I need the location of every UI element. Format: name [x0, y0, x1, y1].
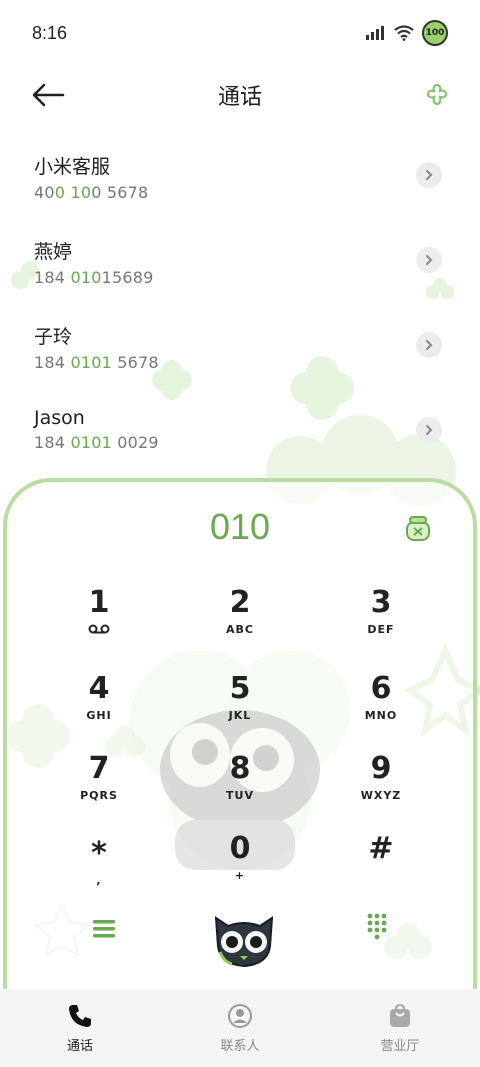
bag-icon [390, 1003, 410, 1027]
tab-contacts[interactable]: 联系人 [160, 989, 320, 1067]
key-star[interactable]: * , [39, 838, 159, 908]
number-part: 184 [34, 353, 71, 372]
back-arrow-icon[interactable] [30, 80, 66, 110]
status-bar: 8:16 100 [0, 0, 480, 66]
key-letters: TUV [226, 789, 254, 802]
number-part: 184 [34, 433, 71, 452]
tab-label: 联系人 [220, 1039, 260, 1054]
key-9[interactable]: 9 WXYZ [321, 753, 441, 823]
key-digit: 0 [229, 831, 251, 866]
key-1[interactable]: 1 [39, 587, 159, 657]
key-digit: 2 [229, 585, 251, 620]
key-digit: 9 [370, 751, 392, 786]
bottom-tab-bar: 通话 联系人 营业厅 [0, 989, 480, 1067]
key-digit: 4 [88, 671, 110, 706]
number-part-highlight: 10 [70, 183, 92, 202]
delete-icon[interactable] [403, 514, 433, 544]
key-letters: WXYZ [360, 789, 402, 802]
key-digit: # [368, 831, 394, 866]
chevron-right-icon[interactable] [416, 247, 442, 273]
key-letters: DEF [367, 623, 395, 636]
contact-name: 小米客服 [34, 156, 111, 178]
wifi-icon [394, 25, 414, 41]
phone-icon [69, 1005, 91, 1027]
number-part: 184 [34, 268, 71, 287]
key-digit: 5 [229, 671, 251, 706]
list-item[interactable]: 燕婷 184 01015689 [0, 219, 480, 304]
key-8[interactable]: 8 TUV [180, 753, 300, 823]
tab-label: 营业厅 [380, 1039, 420, 1054]
contact-number: 184 01015689 [34, 268, 446, 287]
number-part-highlight: 0101 [70, 433, 112, 452]
chevron-right-icon[interactable] [416, 417, 442, 443]
voicemail-icon [88, 624, 110, 634]
contact-name: Jason [34, 407, 85, 429]
key-digit: 8 [229, 751, 251, 786]
key-letters: GHI [86, 709, 112, 722]
list-item[interactable]: 小米客服 400 100 5678 [0, 134, 480, 219]
key-hash[interactable]: # [321, 833, 441, 903]
contact-list: 小米客服 400 100 5678 燕婷 184 01015689 子玲 184… [0, 134, 480, 474]
key-letters: + [234, 869, 246, 882]
key-7[interactable]: 7 PQRS [39, 753, 159, 823]
page-title: 通话 [217, 85, 262, 110]
person-icon [228, 1004, 252, 1028]
battery-icon: 100 [422, 20, 448, 46]
key-digit: 1 [88, 585, 110, 620]
key-letters: PQRS [80, 789, 118, 802]
key-letters: ABC [226, 623, 254, 636]
key-0[interactable]: 0 + [180, 833, 300, 903]
key-letters: JKL [228, 709, 252, 722]
number-part-highlight: 0101 [70, 353, 112, 372]
chevron-right-icon[interactable] [416, 332, 442, 358]
number-part: 15689 [101, 268, 154, 287]
menu-icon[interactable] [91, 917, 119, 941]
key-6[interactable]: 6 MNO [321, 673, 441, 743]
key-2[interactable]: 2 ABC [180, 587, 300, 657]
chevron-right-icon[interactable] [416, 162, 442, 188]
contact-number: 184 0101 5678 [34, 353, 446, 372]
number-part: 0029 [111, 433, 159, 452]
key-digit: * [91, 836, 107, 871]
signal-icon [366, 26, 384, 40]
tab-calls[interactable]: 通话 [0, 989, 160, 1067]
key-letters: , [96, 874, 102, 887]
list-item[interactable]: 子玲 184 0101 5678 [0, 304, 480, 389]
key-digit: 7 [88, 751, 110, 786]
key-3[interactable]: 3 DEF [321, 587, 441, 657]
status-icons: 100 [366, 20, 448, 46]
number-part-highlight: 010 [70, 268, 102, 287]
key-letters: MNO [364, 709, 398, 722]
clover-icon[interactable] [424, 82, 450, 108]
contact-name: 燕婷 [34, 241, 73, 263]
key-5[interactable]: 5 JKL [180, 673, 300, 743]
number-part: 5678 [111, 353, 159, 372]
list-item[interactable]: Jason 184 0101 0029 [0, 389, 480, 474]
contact-name: 子玲 [34, 326, 73, 348]
dialpad-grid-icon[interactable] [365, 912, 393, 940]
number-part-highlight: 0 [54, 183, 66, 202]
dialpad-panel: 010 1 2 ABC 3 DEF 4 GHI 5 JKL 6 MNO 7 PQ… [3, 478, 477, 1067]
contact-number: 400 100 5678 [34, 183, 446, 202]
number-part: 40 [34, 183, 55, 202]
key-digit: 6 [370, 671, 392, 706]
number-part: 0 5678 [91, 183, 149, 202]
tab-service-hall[interactable]: 营业厅 [320, 989, 480, 1067]
status-time: 8:16 [32, 22, 68, 43]
header: 通话 [0, 66, 480, 124]
key-digit: 3 [370, 585, 392, 620]
contact-number: 184 0101 0029 [34, 433, 446, 452]
key-4[interactable]: 4 GHI [39, 673, 159, 743]
call-button[interactable] [212, 912, 276, 968]
tab-label: 通话 [66, 1039, 93, 1054]
